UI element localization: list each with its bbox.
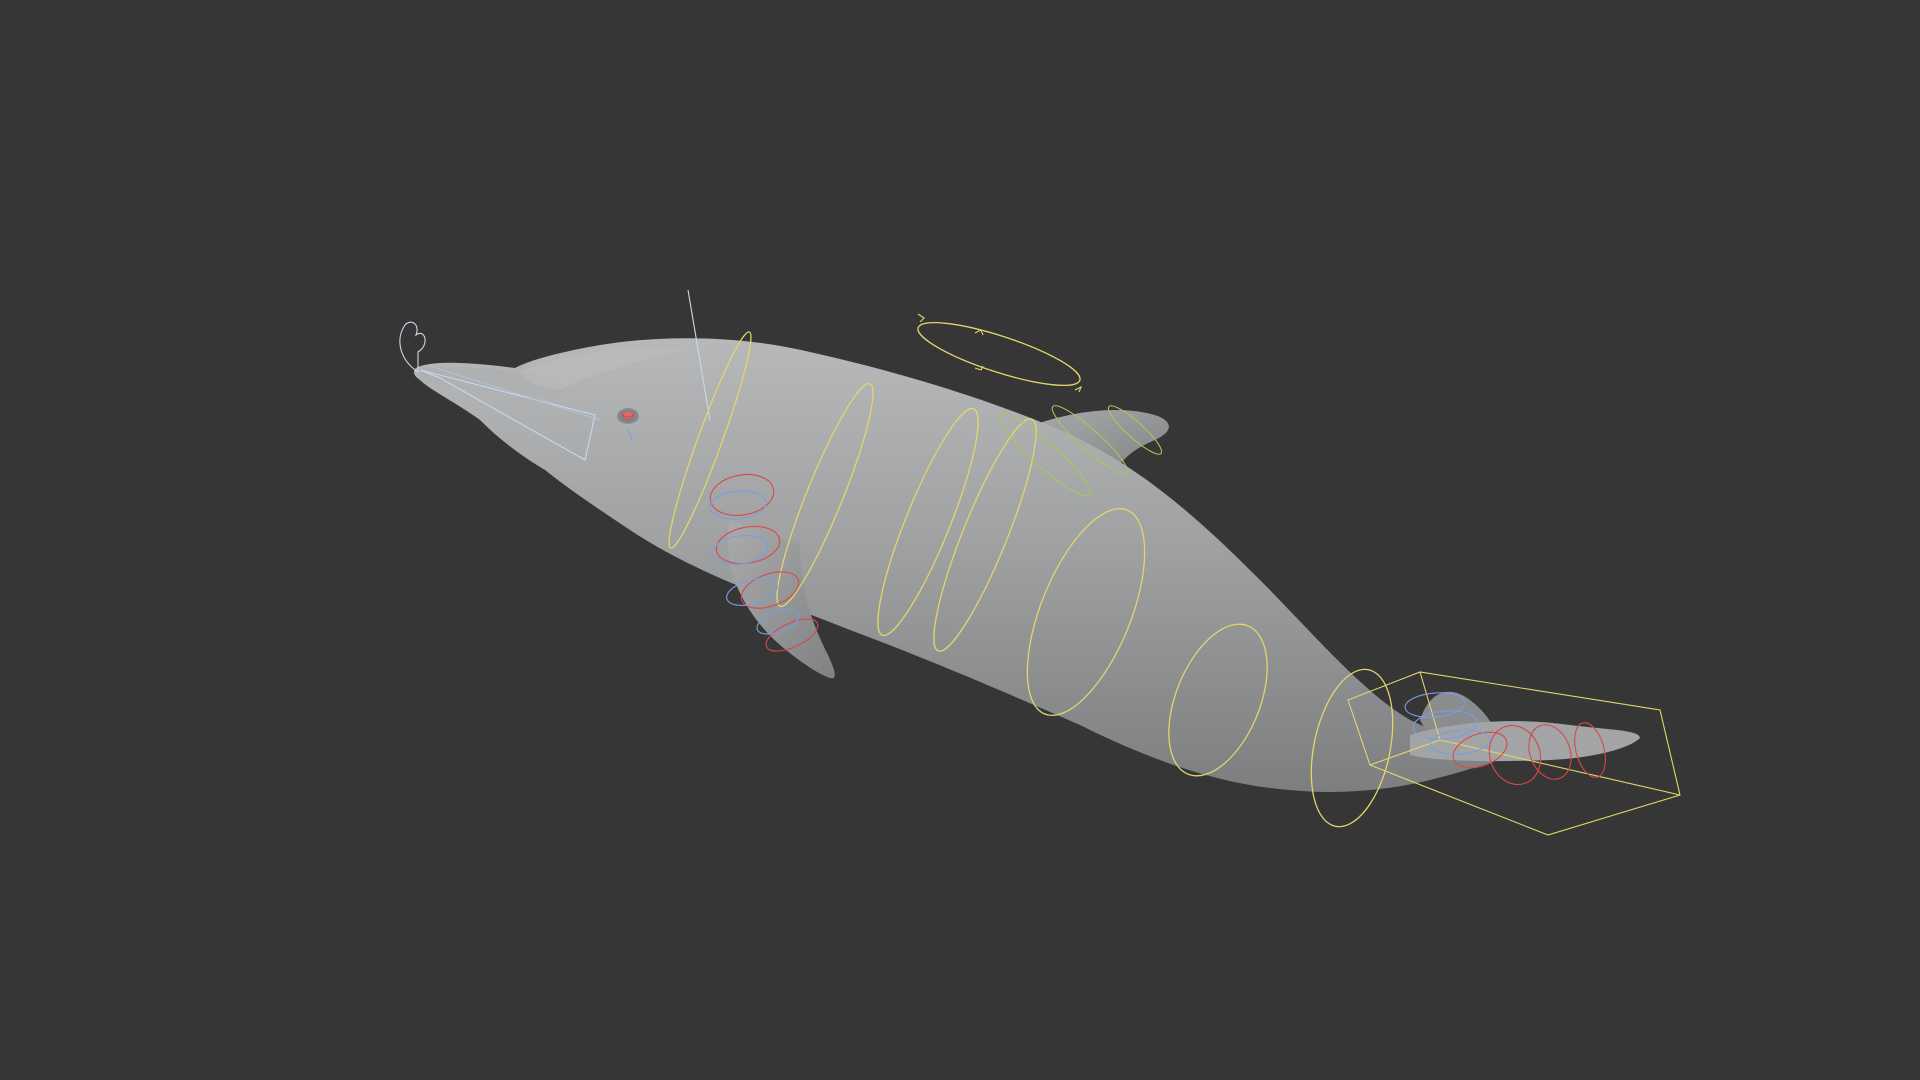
dorsal-aim-notch-1 — [917, 313, 925, 323]
jaw-control — [399, 321, 426, 374]
dorsal-aim-control — [917, 321, 1081, 387]
viewport-canvas[interactable] — [0, 0, 1920, 1080]
dolphin-mesh[interactable] — [413, 338, 1640, 792]
dorsal-aim-notch-2 — [974, 329, 984, 336]
dolphin-body[interactable] — [413, 338, 1531, 792]
3d-viewport[interactable] — [0, 0, 1920, 1080]
dorsal-aim-notch-4 — [1074, 385, 1083, 393]
